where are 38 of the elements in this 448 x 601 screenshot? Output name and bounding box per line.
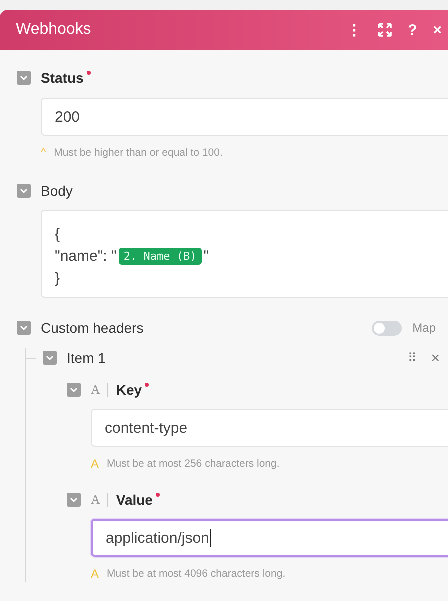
hint-icon: ^	[41, 147, 46, 159]
field-label: Custom headers	[41, 320, 145, 336]
more-menu-button[interactable]: ⋮	[347, 21, 362, 39]
code-text: }	[55, 270, 60, 286]
window-title: Webhooks	[16, 21, 92, 39]
field-label: Body	[41, 183, 73, 199]
expand-icon[interactable]	[378, 23, 392, 37]
code-text: "	[204, 248, 210, 264]
field-label: Key	[116, 382, 142, 398]
map-toggle[interactable]	[372, 320, 402, 336]
field-label: Status	[41, 70, 84, 86]
collapse-toggle-icon[interactable]	[67, 493, 81, 507]
hint-icon: A	[91, 457, 100, 471]
text-type-mark: A	[91, 492, 100, 508]
status-field[interactable]: 200	[41, 98, 448, 136]
close-button[interactable]: ×	[433, 22, 442, 38]
help-button[interactable]: ?	[408, 22, 418, 38]
field-label: Value	[116, 492, 153, 508]
remove-button[interactable]: ×	[431, 350, 440, 366]
drag-handle[interactable]: ⠿	[408, 351, 418, 365]
hint-text: Must be higher than or equal to 100.	[54, 147, 223, 159]
collapse-toggle-icon[interactable]	[67, 383, 81, 397]
text-field[interactable]: application/json	[91, 519, 448, 557]
hint-icon: A	[91, 567, 100, 581]
body-field[interactable]: { "name": " 2. Name (B) " }	[41, 210, 448, 298]
collapse-toggle-icon[interactable]	[17, 71, 31, 85]
collapse-toggle-icon[interactable]	[43, 351, 57, 365]
item-label: Item 1	[67, 350, 107, 366]
code-text: {	[55, 226, 60, 242]
variable-chip[interactable]: 2. Name (B)	[118, 248, 202, 264]
collapse-toggle-icon[interactable]	[17, 321, 31, 335]
hint-text: Must be at most 256 characters long.	[107, 458, 280, 470]
text-field[interactable]: content-type	[91, 409, 448, 447]
collapse-toggle-icon[interactable]	[17, 184, 31, 198]
map-label: Map	[412, 321, 436, 335]
code-text: "name": "	[55, 248, 117, 264]
text-type-mark: A	[91, 382, 100, 398]
hint-text: Must be at most 4096 characters long.	[107, 568, 286, 580]
